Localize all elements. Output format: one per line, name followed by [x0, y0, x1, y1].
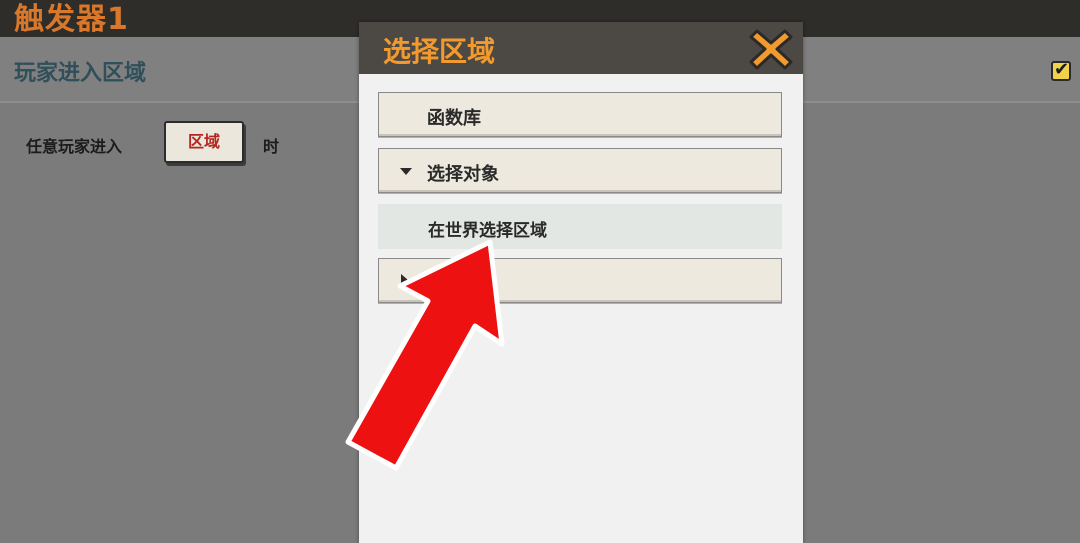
list-item-select-object[interactable]: 选择对象 — [378, 148, 782, 193]
list-item-function-library[interactable]: 函数库 — [378, 92, 782, 137]
caret-down-icon — [400, 168, 412, 175]
condition-suffix: 时 — [263, 137, 280, 156]
dialog-title: 选择区域 — [383, 35, 496, 68]
list-item-label: 函数库 — [427, 108, 481, 129]
region-parameter-button[interactable]: 区域 — [164, 121, 244, 163]
condition-prefix: 任意玩家进入 — [26, 137, 123, 156]
red-pointer-arrow-icon — [345, 239, 505, 471]
section-title: 玩家进入区域 — [14, 61, 147, 86]
dialog-header: 选择区域 — [359, 22, 803, 74]
close-button[interactable] — [749, 25, 793, 71]
checkmark-icon: ✔ — [1054, 59, 1070, 80]
enabled-checkbox[interactable]: ✔ — [1051, 59, 1071, 81]
list-item-label: 选择对象 — [427, 164, 499, 185]
trigger-title: 触发器1 — [14, 2, 129, 37]
close-icon — [749, 29, 793, 70]
